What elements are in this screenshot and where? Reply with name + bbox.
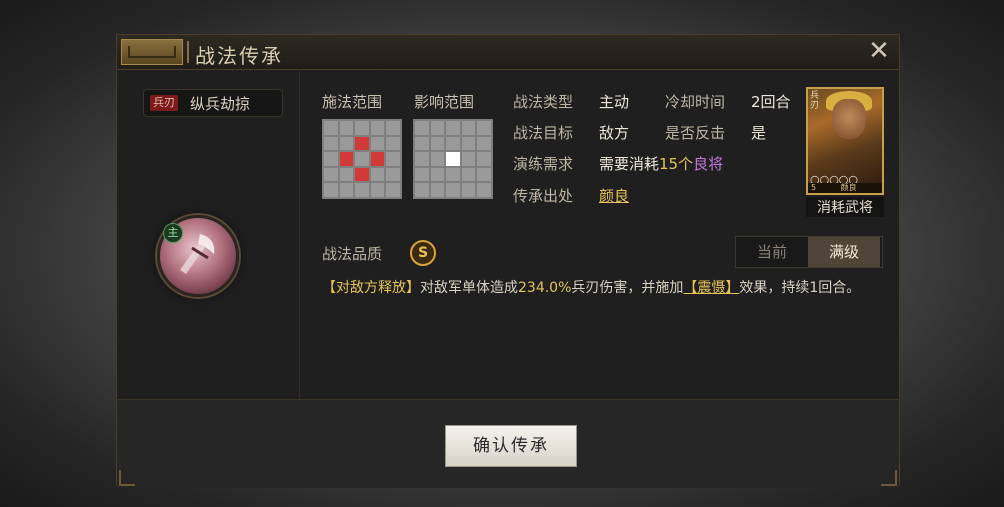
skill-description: 【对敌方释放】对敌军单体造成234.0%兵刃伤害，并施加【震慑】效果，持续1回合… — [322, 277, 882, 299]
desc-damage: 234.0% — [518, 280, 572, 296]
quality-label: 战法品质 — [322, 245, 383, 263]
general-card-footer: 5 颜良 — [808, 183, 882, 193]
skill-summary-panel: 兵刃 纵兵劫掠 主 — [117, 69, 300, 399]
drill-prefix: 需要消耗 — [599, 155, 660, 173]
desc-text-3: 效果，持续1回合。 — [739, 280, 861, 296]
general-name: 颜良 — [840, 183, 857, 192]
dialog-title: 战法传承 — [195, 44, 283, 68]
general-level: 5 — [811, 183, 817, 192]
source-general-link[interactable]: 颜良 — [599, 185, 629, 206]
counter-value: 是 — [751, 124, 767, 142]
title-divider — [187, 41, 189, 63]
cooldown-label: 冷却时间 — [665, 93, 726, 111]
drill-item: 良将 — [693, 155, 724, 173]
title-ornament — [121, 39, 183, 65]
skill-type-badge: 兵刃 — [150, 95, 178, 111]
effect-range-grid — [413, 119, 493, 199]
cooldown-value: 2回合 — [751, 93, 791, 111]
corner-ornament — [881, 470, 897, 486]
dialog-footer: 确认传承 — [117, 399, 899, 488]
counter-label: 是否反击 — [665, 124, 726, 142]
source-label: 传承出处 — [513, 187, 574, 205]
close-icon[interactable]: ✕ — [865, 37, 893, 65]
consume-general-caption: 消耗武将 — [806, 197, 884, 217]
confirm-inherit-button[interactable]: 确认传承 — [445, 425, 577, 467]
cast-range-grid — [322, 119, 402, 199]
drill-count: 15个 — [659, 155, 694, 173]
target-value: 敌方 — [599, 124, 630, 142]
skill-type-label: 战法类型 — [513, 93, 574, 111]
drill-label: 演练需求 — [513, 155, 574, 173]
desc-text-2: 兵刃伤害，并施加 — [571, 280, 684, 296]
toggle-current[interactable]: 当前 — [736, 237, 808, 267]
general-portrait — [832, 99, 866, 139]
consume-general-card[interactable]: 兵刃 ○○○○○ 5 颜良 — [806, 87, 884, 195]
level-toggle: 当前 满级 — [735, 236, 883, 268]
drill-requirement: 需要消耗15个良将 — [599, 153, 723, 174]
effect-range-label: 影响范围 — [414, 93, 475, 111]
desc-text-1: 对敌军单体造成 — [420, 280, 518, 296]
toggle-max-level[interactable]: 满级 — [808, 237, 880, 267]
desc-status-link[interactable]: 【震慑】 — [683, 280, 739, 296]
title-bar: 战法传承 ✕ — [117, 35, 899, 70]
skill-name-tag: 兵刃 纵兵劫掠 — [143, 89, 283, 117]
cast-range-label: 施法范围 — [322, 93, 383, 111]
skill-inherit-dialog: 战法传承 ✕ 兵刃 纵兵劫掠 主 施法范围 影响范围 战法类型 主动 冷却时间 … — [116, 34, 900, 488]
skill-type-value: 主动 — [599, 93, 630, 111]
quality-grade-badge: S — [410, 240, 436, 266]
corner-ornament — [119, 470, 135, 486]
general-card-tag: 兵刃 — [810, 91, 820, 111]
main-skill-badge: 主 — [163, 223, 183, 243]
desc-trigger: 【对敌方释放】 — [322, 280, 420, 296]
skill-name: 纵兵劫掠 — [190, 95, 251, 113]
target-label: 战法目标 — [513, 124, 574, 142]
